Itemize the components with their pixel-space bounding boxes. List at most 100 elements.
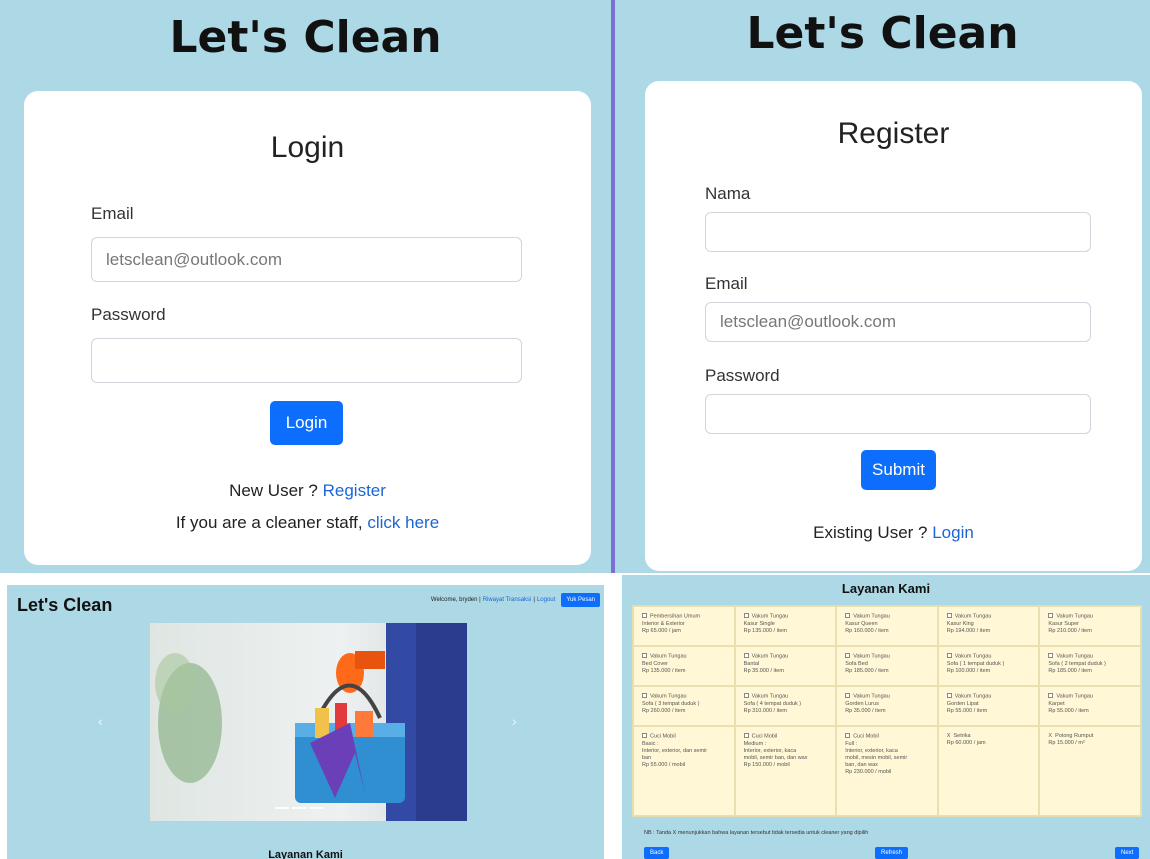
service-text: Sofa ( 1 tempat duduk ) xyxy=(946,660,1005,667)
service-checkbox[interactable] xyxy=(845,653,851,658)
service-option[interactable]: Vakum Tungau Bantal Rp 35.000 / item xyxy=(734,646,837,686)
service-option[interactable]: Vakum Tungau Kasur Single Rp 135.000 / ite… xyxy=(734,606,837,646)
service-text: Rp 194.000 / item xyxy=(946,627,991,634)
existing-user-text: Existing User ? xyxy=(813,523,933,542)
service-text: Rp 150.000 / mobil xyxy=(743,761,790,768)
service-text: Rp 35.000 / item xyxy=(845,707,886,714)
service-checkbox[interactable] xyxy=(1048,613,1054,618)
service-checkbox[interactable] xyxy=(946,613,952,618)
service-checkbox[interactable] xyxy=(1048,653,1054,658)
password-field[interactable] xyxy=(705,394,1091,434)
service-option[interactable]: Vakum Tungau Sofa ( 1 tempat duduk ) Rp 10… xyxy=(937,646,1040,686)
service-checkbox[interactable] xyxy=(642,693,647,698)
email-field[interactable]: letsclean@outlook.com xyxy=(705,302,1091,342)
service-option[interactable]: Vakum Tungau Kasur King Rp 194.000 / item xyxy=(937,606,1040,646)
service-checkbox[interactable] xyxy=(743,733,749,738)
service-text: Rp 135.000 / item xyxy=(642,667,686,674)
register-link[interactable]: Register xyxy=(323,481,386,500)
order-button[interactable]: Yuk Pesan xyxy=(561,593,600,607)
service-checkbox[interactable] xyxy=(642,733,647,738)
app-title: Let's Clean xyxy=(746,8,1019,59)
password-label: Password xyxy=(91,305,166,324)
service-option[interactable]: Vakum Tungau Gorden Lipat Rp 55.000 / item xyxy=(937,686,1040,726)
service-option[interactable]: Vakum Tungau Sofa ( 4 tempat duduk ) Rp 31… xyxy=(734,686,837,726)
service-checkbox[interactable] xyxy=(743,693,749,698)
next-button[interactable]: Next xyxy=(1115,847,1140,859)
service-text: Rp 310.000 / item xyxy=(743,707,788,714)
refresh-button[interactable]: Refresh xyxy=(875,847,909,859)
service-checkbox[interactable] xyxy=(845,693,851,698)
service-checkbox[interactable] xyxy=(946,653,952,658)
carousel-prev-icon[interactable]: ‹ xyxy=(98,713,103,729)
history-link[interactable]: Riwayat Transaksi xyxy=(483,597,532,603)
service-text: Interior, exterior, kaca xyxy=(743,747,797,754)
service-option[interactable]: Cuci Mobil Basic : Interior, exterior, dan… xyxy=(633,726,735,816)
submit-button[interactable]: Submit xyxy=(861,450,936,490)
top-nav: Welcome, bryden | Riwayat Transaksi | Lo… xyxy=(431,593,600,607)
service-text: Rp 65.000 / jam xyxy=(642,627,681,634)
service-text: Cuci Mobil xyxy=(853,733,879,740)
service-text: Setrika xyxy=(953,733,971,739)
service-option[interactable]: Vakum Tungau Karpet Rp 55.000 / item xyxy=(1039,686,1141,726)
staff-line: If you are a cleaner staff, click here xyxy=(24,513,591,533)
email-label: Email xyxy=(91,204,134,223)
service-text: Rp 15.000 / m² xyxy=(1048,740,1085,746)
service-text: Rp 160.000 / item xyxy=(845,627,889,634)
service-checkbox[interactable] xyxy=(946,693,952,698)
service-text: Sofa ( 2 tempat duduk ) xyxy=(1048,660,1106,667)
nav-separator: | xyxy=(533,597,535,603)
service-option[interactable]: Vakum Tungau Sofa ( 2 tempat duduk ) Rp 18… xyxy=(1039,646,1141,686)
service-option[interactable]: Vakum Tungau Sofa ( 3 tempat duduk ) Rp 26… xyxy=(633,686,735,726)
carousel-indicators[interactable] xyxy=(275,807,323,809)
email-field[interactable]: letsclean@outlook.com xyxy=(91,237,522,282)
staff-link[interactable]: click here xyxy=(367,513,439,532)
login-link[interactable]: Login xyxy=(932,523,974,542)
service-text: Karpet xyxy=(1048,700,1065,707)
availability-note: NB : Tanda X menunjukkan bahwa layanan t… xyxy=(644,830,869,836)
service-option[interactable]: Cuci Mobil Full : Interior, exterior, kaca… xyxy=(836,726,938,816)
service-checkbox[interactable] xyxy=(642,613,647,618)
service-checkbox[interactable] xyxy=(845,613,851,618)
register-panel: Let's Clean Register Nama Email letsclea… xyxy=(615,0,1150,573)
service-text: Sofa ( 3 tempat duduk ) xyxy=(642,700,700,707)
email-label: Email xyxy=(705,274,748,293)
service-text: Sofa ( 4 tempat duduk ) xyxy=(743,700,802,707)
service-text: Rp 210.000 / item xyxy=(1048,627,1092,634)
service-option[interactable]: Vakum Tungau Sofa Bed Rp 185.000 / item xyxy=(836,646,938,686)
service-option[interactable]: Vakum Tungau Gorden Lurus Rp 35.000 / item xyxy=(836,686,938,726)
carousel-next-icon[interactable]: › xyxy=(512,713,517,729)
service-text: mobil, semir ban, dan wax xyxy=(743,754,808,761)
service-option[interactable]: Vakum Tungau Bed Cover Rp 135.000 / item xyxy=(633,646,735,686)
service-text: Pembersihan Umum xyxy=(650,613,701,620)
password-field[interactable] xyxy=(91,338,522,383)
service-text: mobil, mesin mobil, semir xyxy=(845,754,908,761)
service-text: Rp 35.000 / item xyxy=(743,667,784,674)
service-text: Rp 55.000 / mobil xyxy=(642,761,686,768)
unavailable-x-icon: X xyxy=(946,733,951,739)
section-title: Layanan Kami xyxy=(268,849,343,859)
services-grid: Pembersihan Umum Interior & Exterior Rp 65… xyxy=(632,605,1142,817)
service-checkbox[interactable] xyxy=(1048,693,1054,698)
service-text: Vakum Tungau xyxy=(1056,613,1093,620)
name-field[interactable] xyxy=(705,212,1091,252)
service-text: Vakum Tungau xyxy=(650,653,687,660)
service-checkbox[interactable] xyxy=(743,613,749,618)
service-text: Vakum Tungau xyxy=(853,653,890,660)
service-text: ban xyxy=(642,754,652,761)
service-checkbox[interactable] xyxy=(743,653,749,658)
service-option[interactable]: Pembersihan Umum Interior & Exterior Rp 65… xyxy=(633,606,735,646)
logout-link[interactable]: Logout xyxy=(537,597,555,603)
service-text: Vakum Tungau xyxy=(853,693,890,700)
service-text: Rp 55.000 / item xyxy=(946,707,988,714)
service-option[interactable]: Cuci Mobil Medium : Interior, exterior, ka… xyxy=(734,726,837,816)
back-button[interactable]: Back xyxy=(644,847,670,859)
service-checkbox[interactable] xyxy=(642,653,647,658)
hero-carousel[interactable] xyxy=(150,623,467,821)
register-heading: Register xyxy=(837,117,950,150)
service-text: Gorden Lurus xyxy=(845,700,879,707)
service-option[interactable]: Vakum Tungau Kasur Queen Rp 160.000 / item xyxy=(836,606,938,646)
service-option[interactable]: Vakum Tungau Kasur Super Rp 210.000 / item xyxy=(1039,606,1141,646)
service-text: ban, dan wax xyxy=(845,761,878,768)
service-checkbox[interactable] xyxy=(845,733,851,738)
login-button[interactable]: Login xyxy=(270,401,343,445)
